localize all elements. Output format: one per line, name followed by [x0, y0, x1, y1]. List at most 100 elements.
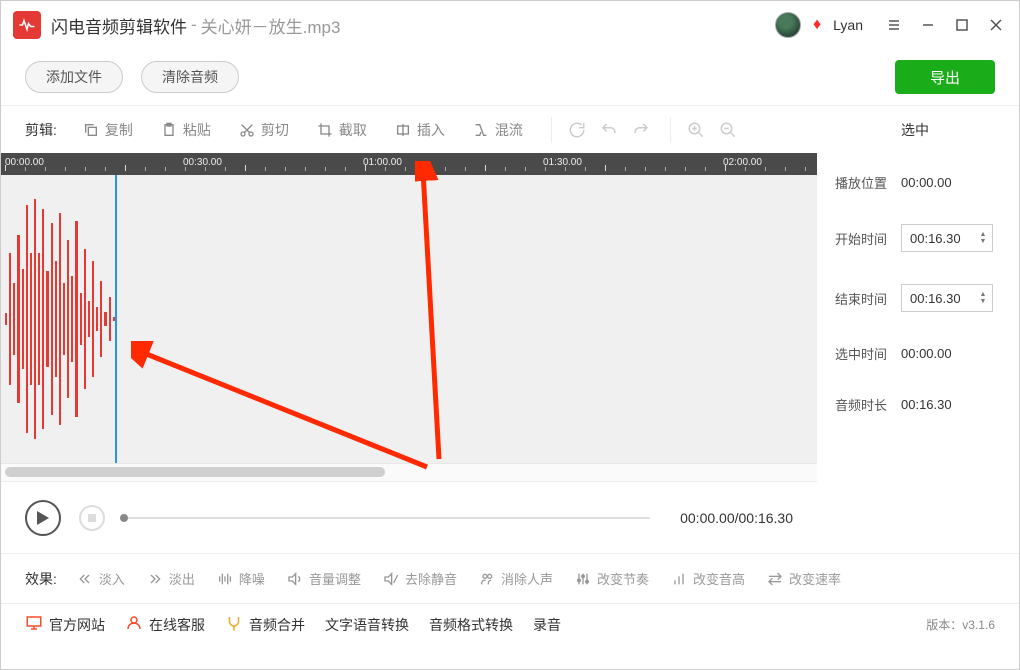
- audio-merge-link[interactable]: 音频合并: [225, 614, 305, 635]
- crop-button[interactable]: 截取: [305, 114, 379, 146]
- selected-time-value: 00:00.00: [901, 346, 952, 361]
- denoise-button[interactable]: 降噪: [207, 564, 275, 594]
- undo-button[interactable]: [596, 117, 622, 143]
- waveform-bar: [38, 253, 40, 385]
- paste-button[interactable]: 粘贴: [149, 114, 223, 146]
- waveform-bar: [109, 297, 111, 340]
- zoom-out-button[interactable]: [715, 117, 741, 143]
- end-time-label: 结束时间: [835, 289, 891, 308]
- waveform-bar: [51, 223, 53, 415]
- app-logo-icon: [13, 11, 41, 39]
- waveform-bar: [67, 240, 69, 398]
- progress-slider[interactable]: [123, 517, 650, 519]
- waveform-bar: [71, 276, 73, 362]
- play-pos-label: 播放位置: [835, 173, 891, 192]
- waveform-bar: [26, 205, 28, 433]
- waveform-bar: [9, 253, 11, 385]
- insert-button[interactable]: 插入: [383, 114, 457, 146]
- merge-icon: [225, 614, 243, 635]
- waveform-bar: [96, 307, 98, 331]
- bottom-bar: 官方网站 在线客服 音频合并 文字语音转换 音频格式转换 录音 版本：v3.1.…: [1, 603, 1019, 645]
- effects-label: 效果:: [25, 569, 57, 589]
- scroll-thumb[interactable]: [5, 467, 385, 477]
- cut-button[interactable]: 剪切: [227, 114, 301, 146]
- remove-vocal-button[interactable]: 消除人声: [469, 564, 563, 594]
- waveform-bar: [5, 313, 7, 325]
- vip-diamond-icon: ♦: [813, 16, 821, 34]
- end-stepper[interactable]: ▲▼: [978, 292, 988, 305]
- waveform-bar: [63, 283, 65, 355]
- waveform-bar: [80, 293, 82, 346]
- tts-link[interactable]: 文字语音转换: [325, 615, 409, 635]
- start-time-input[interactable]: 00:16.30▲▼: [901, 224, 993, 252]
- waveform-bar: [59, 213, 61, 424]
- user-avatar[interactable]: [775, 12, 801, 38]
- playhead[interactable]: [115, 175, 117, 463]
- waveform-bar: [30, 253, 32, 385]
- fadeout-button[interactable]: 淡出: [137, 564, 205, 594]
- clear-audio-button[interactable]: 清除音频: [141, 61, 239, 93]
- maximize-button[interactable]: [951, 14, 973, 36]
- progress-handle[interactable]: [120, 514, 128, 522]
- waveform-bar: [100, 281, 102, 358]
- pitch-button[interactable]: 改变音高: [661, 564, 755, 594]
- support-link[interactable]: 在线客服: [125, 614, 205, 635]
- tempo-button[interactable]: 改变节奏: [565, 564, 659, 594]
- selected-time-label: 选中时间: [835, 344, 891, 363]
- titlebar: 闪电音频剪辑软件 - 关心妍－放生.mp3 ♦ Lyan: [1, 1, 1019, 49]
- headset-icon: [125, 614, 143, 635]
- official-site-link[interactable]: 官方网站: [25, 614, 105, 635]
- remove-silence-button[interactable]: 去除静音: [373, 564, 467, 594]
- app-title: 闪电音频剪辑软件: [51, 13, 187, 38]
- playback-time: 00:00.00/00:16.30: [680, 510, 793, 526]
- minimize-button[interactable]: [917, 14, 939, 36]
- waveform-bar: [84, 249, 86, 388]
- waveform-track[interactable]: [1, 175, 817, 463]
- close-button[interactable]: [985, 14, 1007, 36]
- record-link[interactable]: 录音: [533, 615, 561, 635]
- zoom-in-button[interactable]: [683, 117, 709, 143]
- waveform-bar: [88, 301, 90, 337]
- info-side-panel: 播放位置00:00.00 开始时间 00:16.30▲▼ 结束时间 00:16.…: [817, 153, 1019, 553]
- version-label: 版本：v3.1.6: [926, 616, 995, 633]
- fadein-button[interactable]: 淡入: [67, 564, 135, 594]
- refresh-button[interactable]: [564, 117, 590, 143]
- volume-button[interactable]: 音量调整: [277, 564, 371, 594]
- ruler-tick: 02:00.00: [723, 157, 762, 168]
- edit-toolbar: 剪辑: 复制 粘贴 剪切 截取 插入 混流 选中: [1, 105, 1019, 153]
- waveform-bar: [42, 209, 44, 430]
- monitor-icon: [25, 614, 43, 635]
- waveform-bar: [55, 261, 57, 376]
- ruler-tick: 01:00.00: [363, 157, 402, 168]
- timeline-area: 00:00.00 00:30.00 01:00.00 01:30.00 02:0…: [1, 153, 817, 553]
- selected-label: 选中: [901, 120, 929, 140]
- mix-button[interactable]: 混流: [461, 114, 535, 146]
- start-stepper[interactable]: ▲▼: [978, 232, 988, 245]
- format-convert-link[interactable]: 音频格式转换: [429, 615, 513, 635]
- waveform-bar: [22, 269, 24, 370]
- horizontal-scrollbar[interactable]: [1, 463, 817, 481]
- play-button[interactable]: [25, 500, 61, 536]
- stop-button[interactable]: [79, 505, 105, 531]
- waveform-bar: [46, 271, 48, 367]
- title-separator: -: [191, 15, 197, 35]
- effects-bar: 效果: 淡入 淡出 降噪 音量调整 去除静音 消除人声 改变节奏 改变音高 改变…: [1, 553, 1019, 603]
- waveform-bar: [104, 312, 106, 326]
- export-button[interactable]: 导出: [895, 60, 995, 94]
- ruler-tick: 00:30.00: [183, 157, 222, 168]
- end-time-input[interactable]: 00:16.30▲▼: [901, 284, 993, 312]
- copy-button[interactable]: 复制: [71, 114, 145, 146]
- add-file-button[interactable]: 添加文件: [25, 61, 123, 93]
- duration-value: 00:16.30: [901, 397, 952, 412]
- timeline-ruler[interactable]: 00:00.00 00:30.00 01:00.00 01:30.00 02:0…: [1, 153, 817, 175]
- speed-button[interactable]: 改变速率: [757, 564, 851, 594]
- action-bar: 添加文件 清除音频 导出: [1, 49, 1019, 105]
- play-pos-value: 00:00.00: [901, 175, 952, 190]
- waveform-bar: [17, 235, 19, 403]
- redo-button[interactable]: [628, 117, 654, 143]
- menu-button[interactable]: [883, 14, 905, 36]
- waveform-bar: [75, 221, 77, 418]
- ruler-tick: 01:30.00: [543, 157, 582, 168]
- username: Lyan: [833, 17, 863, 33]
- current-file-name: 关心妍－放生.mp3: [201, 13, 341, 38]
